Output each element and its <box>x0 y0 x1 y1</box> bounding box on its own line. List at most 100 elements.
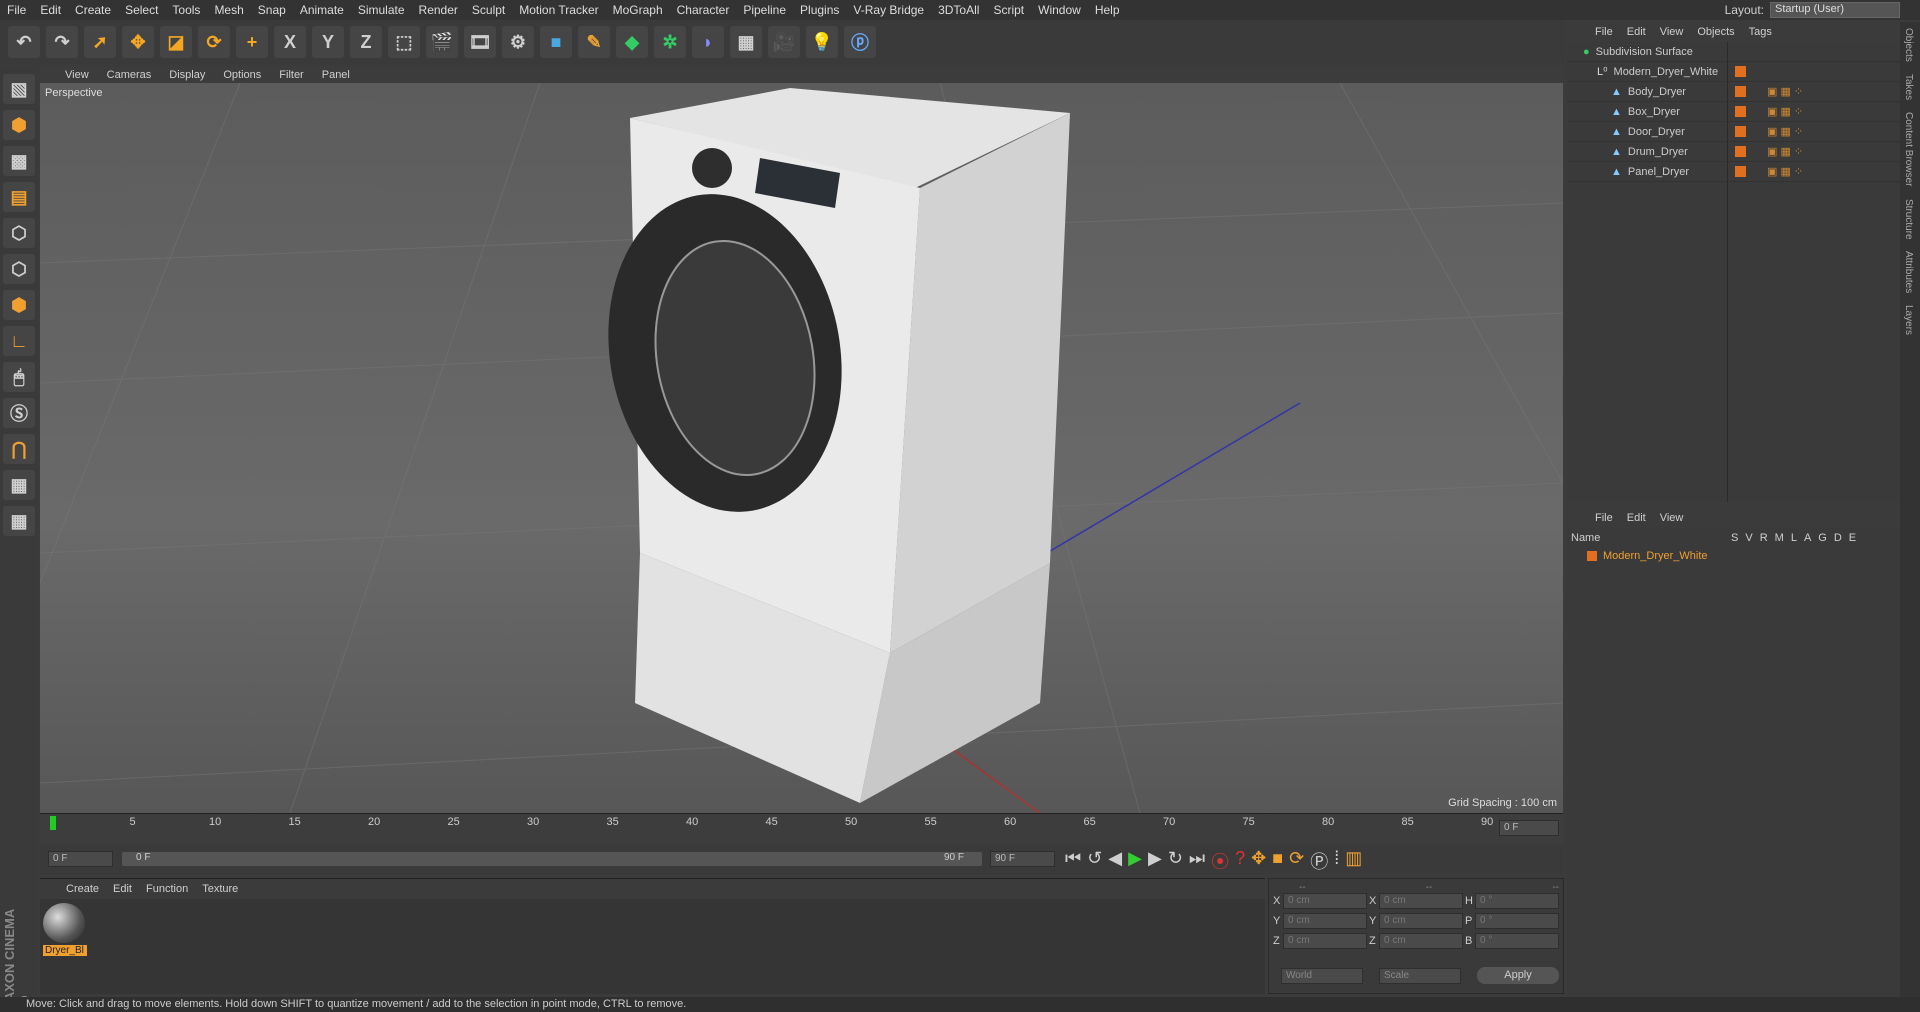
object-row[interactable]: ● Subdivision Surface <box>1567 42 1900 62</box>
select-tool-icon[interactable]: ➚ <box>84 26 116 58</box>
scale-tool-icon[interactable]: ◪ <box>160 26 192 58</box>
menu-character[interactable]: Character <box>670 3 737 17</box>
redo-button[interactable]: ↷ <box>46 26 78 58</box>
coord-value-field[interactable]: 0 cm <box>1379 893 1463 909</box>
layer-menu-view[interactable]: View <box>1660 512 1684 524</box>
viewport-menu-panel[interactable]: Panel <box>322 69 350 81</box>
material-menu-function[interactable]: Function <box>146 883 188 895</box>
layout-dropdown[interactable]: Startup (User) <box>1770 2 1900 18</box>
object-row[interactable]: L⁰ Modern_Dryer_White <box>1567 62 1900 82</box>
camera-icon[interactable]: 🎥 <box>768 26 800 58</box>
prev-key-icon[interactable]: ↺ <box>1087 848 1102 874</box>
menu-3dtoall[interactable]: 3DToAll <box>931 3 986 17</box>
layer-color-icon[interactable] <box>1735 126 1746 137</box>
make-editable-icon[interactable]: ▧ <box>3 74 35 104</box>
undo-button[interactable]: ↶ <box>8 26 40 58</box>
menu-help[interactable]: Help <box>1088 3 1127 17</box>
coord-value-field[interactable]: 0 cm <box>1283 893 1367 909</box>
object-row[interactable]: ▲ Door_Dryer ▣ ▦ ⁘ <box>1567 122 1900 142</box>
object-menu-objects[interactable]: Objects <box>1697 26 1734 38</box>
menu-pipeline[interactable]: Pipeline <box>736 3 793 17</box>
layer-color-icon[interactable] <box>1735 146 1746 157</box>
key-rotation-icon[interactable]: ⟳ <box>1289 848 1304 874</box>
key-param-icon[interactable]: Ⓟ <box>1310 848 1328 874</box>
python-icon[interactable]: ⓟ <box>844 26 876 58</box>
lock-workplane-icon[interactable]: ▦ <box>3 470 35 500</box>
object-menu-tags[interactable]: Tags <box>1749 26 1772 38</box>
menu-sculpt[interactable]: Sculpt <box>465 3 512 17</box>
coord-value-field[interactable]: 0 cm <box>1283 933 1367 949</box>
apply-button[interactable]: Apply <box>1477 967 1559 984</box>
material-menu-create[interactable]: Create <box>66 883 99 895</box>
side-tab-objects[interactable]: Objects <box>1900 22 1917 68</box>
workplane-icon[interactable]: ▤ <box>3 182 35 212</box>
menu-script[interactable]: Script <box>986 3 1031 17</box>
grid-icon[interactable]: ▦ <box>3 506 35 536</box>
menu-mesh[interactable]: Mesh <box>207 3 250 17</box>
edges-mode-icon[interactable]: ⬡ <box>3 254 35 284</box>
material-menu-edit[interactable]: Edit <box>113 883 132 895</box>
viewport-perspective[interactable]: Perspective Grid Spacing : 100 cm <box>40 83 1563 813</box>
points-mode-icon[interactable]: ⬡ <box>3 218 35 248</box>
goto-start-icon[interactable]: ⏮ <box>1065 848 1081 874</box>
goto-end-icon[interactable]: ⏭ <box>1189 848 1205 874</box>
object-menu-edit[interactable]: Edit <box>1627 26 1646 38</box>
end-frame-field[interactable]: 90 F <box>990 851 1055 867</box>
floor-icon[interactable]: ▦ <box>730 26 762 58</box>
move-tool-icon[interactable]: ✥ <box>122 26 154 58</box>
coord-value-field[interactable]: 0 ° <box>1475 933 1559 949</box>
layer-color-icon[interactable] <box>1735 66 1746 77</box>
menu-mograph[interactable]: MoGraph <box>606 3 670 17</box>
side-tab-attributes[interactable]: Attributes <box>1900 245 1917 299</box>
tweak-icon[interactable]: 🖱 <box>3 362 35 392</box>
axis-icon[interactable]: ∟ <box>3 326 35 356</box>
layer-menu-edit[interactable]: Edit <box>1627 512 1646 524</box>
light-icon[interactable]: 💡 <box>806 26 838 58</box>
menu-window[interactable]: Window <box>1031 3 1088 17</box>
side-tab-content-browser[interactable]: Content Browser <box>1900 106 1917 192</box>
viewport-menu-display[interactable]: Display <box>169 69 205 81</box>
viewport-menu-view[interactable]: View <box>65 69 89 81</box>
menu-tools[interactable]: Tools <box>165 3 207 17</box>
transform-mode-dropdown[interactable]: Scale <box>1379 968 1461 984</box>
layer-color-icon[interactable] <box>1735 106 1746 117</box>
magnet-icon[interactable]: ⋂ <box>3 434 35 464</box>
render-settings-icon[interactable]: ⚙ <box>502 26 534 58</box>
material-tag-icon[interactable]: ▣ ▦ ⁘ <box>1767 125 1803 138</box>
menu-create[interactable]: Create <box>68 3 118 17</box>
subdivision-icon[interactable]: ◆ <box>616 26 648 58</box>
snap-icon[interactable]: Ⓢ <box>3 398 35 428</box>
object-menu-file[interactable]: File <box>1595 26 1613 38</box>
y-axis-button[interactable]: Y <box>312 26 344 58</box>
object-menu-view[interactable]: View <box>1660 26 1684 38</box>
autokey-icon[interactable]: ? <box>1235 848 1245 874</box>
material-tag-icon[interactable]: ▣ ▦ ⁘ <box>1767 105 1803 118</box>
viewport-menu-cameras[interactable]: Cameras <box>107 69 152 81</box>
deformer-icon[interactable]: ◗ <box>692 26 724 58</box>
menu-file[interactable]: File <box>0 3 33 17</box>
model-mode-icon[interactable]: ⬢ <box>3 110 35 140</box>
material-menu-texture[interactable]: Texture <box>202 883 238 895</box>
menu-simulate[interactable]: Simulate <box>351 3 412 17</box>
x-axis-button[interactable]: X <box>274 26 306 58</box>
coord-value-field[interactable]: 0 cm <box>1379 913 1463 929</box>
playhead[interactable] <box>50 816 56 830</box>
coordinate-space-dropdown[interactable]: World <box>1281 968 1363 984</box>
menu-v-ray-bridge[interactable]: V-Ray Bridge <box>846 3 931 17</box>
layer-menu-file[interactable]: File <box>1595 512 1613 524</box>
side-tab-takes[interactable]: Takes <box>1900 68 1917 106</box>
z-axis-button[interactable]: Z <box>350 26 382 58</box>
next-key-icon[interactable]: ↻ <box>1168 848 1183 874</box>
rotate-tool-icon[interactable]: ⟳ <box>198 26 230 58</box>
coord-value-field[interactable]: 0 ° <box>1475 913 1559 929</box>
key-position-icon[interactable]: ✥ <box>1251 848 1266 874</box>
layer-row[interactable]: Modern_Dryer_White <box>1587 550 1708 562</box>
menu-snap[interactable]: Snap <box>251 3 293 17</box>
start-frame-field[interactable]: 0 F <box>48 851 113 867</box>
menu-motion-tracker[interactable]: Motion Tracker <box>512 3 605 17</box>
frame-range-slider[interactable]: 0 F 90 F <box>122 852 982 866</box>
render-view-icon[interactable]: 🎬 <box>426 26 458 58</box>
menu-select[interactable]: Select <box>118 3 165 17</box>
coord-value-field[interactable]: 0 ° <box>1475 893 1559 909</box>
key-scale-icon[interactable]: ■ <box>1272 848 1283 874</box>
